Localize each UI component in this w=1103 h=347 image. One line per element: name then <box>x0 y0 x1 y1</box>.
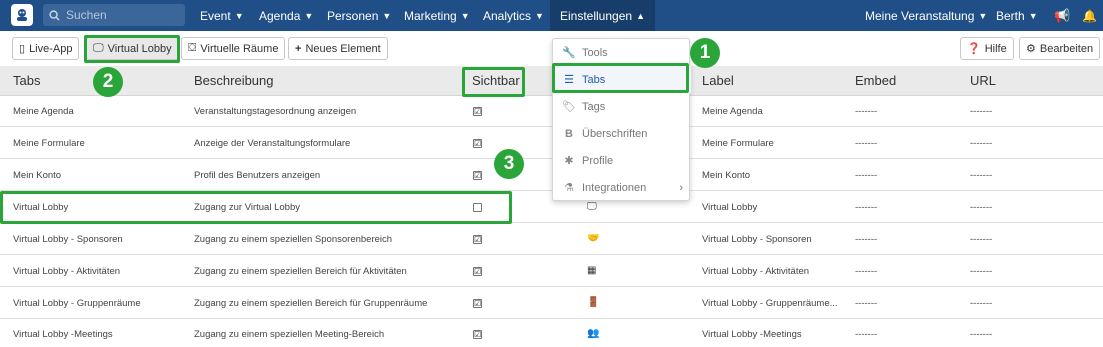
header-url[interactable]: URL <box>970 73 996 88</box>
megaphone-icon[interactable]: 📢 <box>1054 0 1070 31</box>
chevron-up-icon: ▲ <box>636 10 645 21</box>
top-navbar: Event▼ Agenda▼ Personen▼ Marketing▼ Anal… <box>0 0 1103 31</box>
menu-item-integrationen[interactable]: ⚗ Integrationen › <box>553 174 691 201</box>
hilfe-button[interactable]: ❓ Hilfe <box>960 37 1014 60</box>
header-embed[interactable]: Embed <box>855 73 896 88</box>
asterisk-icon: ✱ <box>564 155 574 167</box>
wrench-icon: 🔧 <box>562 47 576 59</box>
visible-checkbox[interactable]: ☑ <box>473 107 482 116</box>
flask-icon: ⚗ <box>564 182 574 194</box>
table-row[interactable]: Virtual Lobby - Aktivitäten Zugang zu ei… <box>0 256 1103 287</box>
menu-item-tabs[interactable]: ☰ Tabs <box>553 66 691 93</box>
nav-event[interactable]: Event ▼ <box>200 0 244 31</box>
mobile-icon: ▯ <box>19 43 26 55</box>
visible-checkbox[interactable]: ☑ <box>473 171 482 180</box>
app-logo[interactable] <box>11 4 33 26</box>
menu-item-profile[interactable]: ✱ Profile <box>553 147 691 174</box>
nav-agenda[interactable]: Agenda ▼ <box>259 0 313 31</box>
visible-checkbox[interactable]: ☑ <box>473 267 482 276</box>
menu-item-tools[interactable]: 🔧 Tools <box>553 39 691 66</box>
search-icon <box>49 9 60 21</box>
bell-icon[interactable]: 🔔 <box>1082 0 1097 31</box>
step-badge-2: 2 <box>93 67 123 97</box>
einstellungen-dropdown: 🔧 Tools ☰ Tabs 🏷 Tags B Überschriften ✱ Profi… <box>552 38 691 201</box>
search-box[interactable] <box>43 4 185 26</box>
nav-marketing[interactable]: Marketing ▼ <box>404 0 470 31</box>
step-badge-1: 1 <box>690 38 720 68</box>
virtuelle-raeume-button[interactable]: ⛋ Virtuelle Räume <box>181 37 286 60</box>
chevron-down-icon: ▼ <box>535 10 544 21</box>
visible-checkbox[interactable] <box>473 203 482 212</box>
visible-checkbox[interactable]: ☑ <box>473 299 482 308</box>
table-row[interactable]: Virtual Lobby -Meetings Zugang zu einem … <box>0 319 1103 347</box>
list-icon: ☰ <box>564 74 574 86</box>
header-tabs[interactable]: Tabs <box>13 73 40 88</box>
users-icon: 👥 <box>587 328 600 339</box>
nav-analytics[interactable]: Analytics ▼ <box>483 0 544 31</box>
table-row[interactable]: Virtual Lobby - Gruppenräume Zugang zu e… <box>0 288 1103 319</box>
question-icon: ❓ <box>967 43 981 55</box>
couch-icon: ⛋ <box>188 42 197 54</box>
chevron-down-icon: ▼ <box>1028 10 1038 21</box>
virtual-lobby-button[interactable]: 🖵 Virtual Lobby <box>86 37 179 60</box>
search-input[interactable] <box>66 8 176 22</box>
table-row[interactable]: Virtual Lobby - Sponsoren Zugang zu eine… <box>0 224 1103 255</box>
nav-einstellungen[interactable]: Einstellungen ▲ <box>550 0 655 31</box>
chevron-down-icon: ▼ <box>234 10 244 21</box>
header-label[interactable]: Label <box>702 73 734 88</box>
chevron-down-icon: ▼ <box>304 10 314 21</box>
step-badge-3: 3 <box>494 149 524 179</box>
nav-personen[interactable]: Personen ▼ <box>327 0 391 31</box>
monitor-icon: 🖵 <box>93 42 104 54</box>
chevron-down-icon: ▼ <box>978 10 988 21</box>
chevron-down-icon: ▼ <box>382 10 392 21</box>
visible-checkbox[interactable]: ☑ <box>473 235 482 244</box>
bold-icon: B <box>565 127 573 140</box>
live-app-button[interactable]: ▯ Live-App <box>12 37 80 60</box>
header-sichtbar[interactable]: Sichtbar <box>472 73 520 88</box>
logo-icon <box>17 9 27 21</box>
chevron-right-icon: › <box>679 181 683 194</box>
nav-user[interactable]: Berth ▼ <box>996 0 1038 31</box>
plus-icon: + <box>295 42 302 55</box>
chevron-down-icon: ▼ <box>460 10 470 21</box>
monitor-icon: 🖵 <box>587 201 597 212</box>
nav-meine-veranstaltung[interactable]: Meine Veranstaltung ▼ <box>865 0 987 31</box>
menu-item-tags[interactable]: 🏷 Tags <box>553 93 691 120</box>
handshake-icon: 🤝 <box>587 233 600 244</box>
neues-element-button[interactable]: + Neues Element <box>288 37 388 60</box>
menu-item-ueberschriften[interactable]: B Überschriften <box>553 120 691 147</box>
calendar-icon: ▦ <box>587 265 597 276</box>
bearbeiten-button[interactable]: ⚙ Bearbeiten <box>1019 37 1101 60</box>
visible-checkbox[interactable]: ☑ <box>473 139 482 148</box>
tags-icon: 🏷 <box>562 101 576 113</box>
visible-checkbox[interactable]: ☑ <box>473 330 482 339</box>
door-icon: 🚪 <box>587 297 600 308</box>
header-beschreibung[interactable]: Beschreibung <box>194 73 274 88</box>
gear-icon: ⚙ <box>1026 43 1036 55</box>
